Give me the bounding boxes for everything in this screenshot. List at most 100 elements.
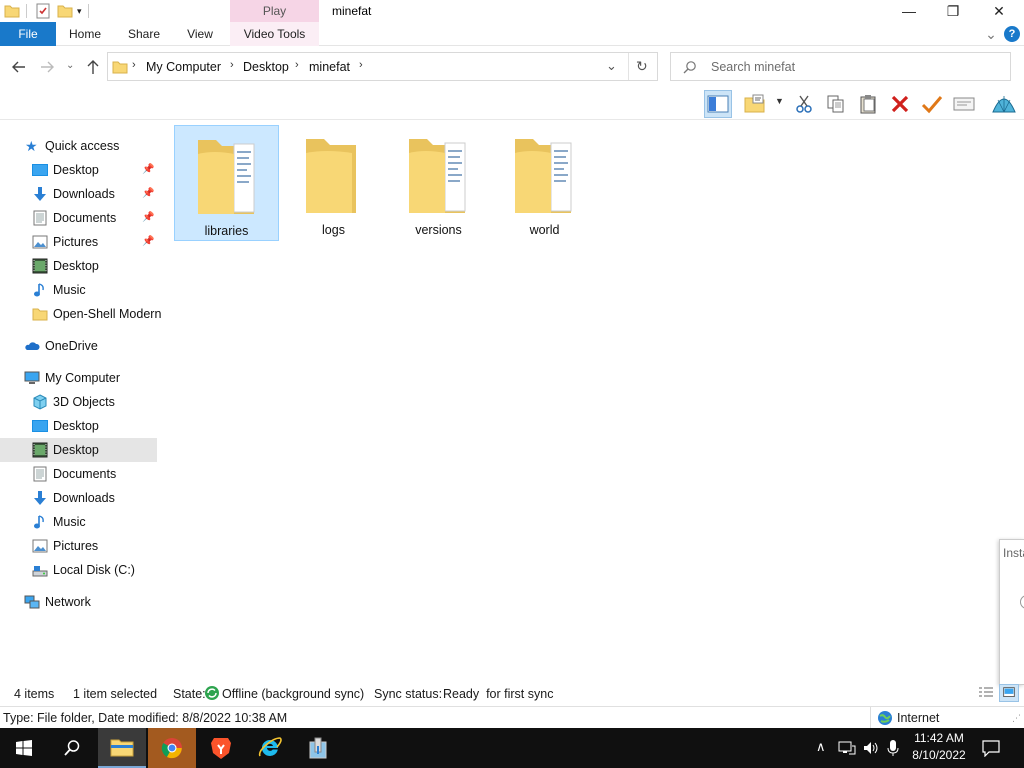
nav-pc-music[interactable]: Music <box>0 510 157 534</box>
nav-local-disk[interactable]: Local Disk (C:) <box>0 558 157 582</box>
sync-status-value: Ready for first sync <box>443 687 554 701</box>
tab-share[interactable]: Share <box>118 22 170 46</box>
nav-quick-open-shell[interactable]: Open-Shell Modern <box>0 302 161 326</box>
breadcrumb-separator[interactable]: › <box>359 59 363 71</box>
folder-item-world[interactable]: world <box>492 125 597 241</box>
downloads-icon <box>34 187 46 201</box>
details-bar: Type: File folder, Date modified: 8/8/20… <box>0 706 1024 729</box>
title-bar: ▾ Play minefat — ❐ ✕ <box>0 0 1024 22</box>
maximize-button[interactable]: ❐ <box>930 0 976 22</box>
nav-pc-pictures[interactable]: Pictures <box>0 534 157 558</box>
open-shell-button[interactable] <box>990 90 1018 118</box>
volume-icon[interactable] <box>862 740 880 756</box>
item-count: 4 items <box>14 687 55 701</box>
cut-button[interactable] <box>790 90 818 118</box>
close-button[interactable]: ✕ <box>976 0 1022 22</box>
folder-with-files-icon <box>515 139 572 213</box>
nav-pc-downloads[interactable]: Downloads <box>0 486 157 510</box>
search-button[interactable] <box>48 728 96 768</box>
taskbar-clock[interactable]: 11:42 AM 8/10/2022 <box>905 730 973 764</box>
properties-button[interactable] <box>950 90 978 118</box>
refresh-icon[interactable]: ↻ <box>636 58 648 75</box>
notifications-icon[interactable] <box>982 739 1000 757</box>
delete-button[interactable] <box>886 90 914 118</box>
nav-my-computer[interactable]: My Computer <box>0 366 157 390</box>
nav-label: Desktop <box>53 259 99 273</box>
tab-home[interactable]: Home <box>60 22 110 46</box>
show-hidden-icons-icon[interactable]: ∧ <box>816 739 826 755</box>
nav-network[interactable]: Network <box>0 590 157 614</box>
rename-button[interactable] <box>918 90 946 118</box>
breadcrumb-minefat[interactable]: minefat <box>309 60 350 74</box>
back-button[interactable] <box>10 58 28 76</box>
breadcrumb-my-computer[interactable]: My Computer <box>146 60 221 74</box>
minimize-button[interactable]: — <box>886 0 932 22</box>
address-dropdown-icon[interactable]: ⌄ <box>606 58 617 74</box>
network-tray-icon[interactable] <box>838 740 856 756</box>
tab-file[interactable]: File <box>0 22 56 46</box>
popup-radio-icon[interactable] <box>1020 595 1024 609</box>
details-view-icon[interactable] <box>978 686 994 700</box>
nav-onedrive[interactable]: OneDrive <box>0 334 157 358</box>
nav-pc-desktop[interactable]: Desktop <box>0 414 157 438</box>
3d-objects-icon <box>33 394 47 410</box>
copy-button[interactable] <box>822 90 850 118</box>
view-options-button[interactable] <box>742 90 770 118</box>
customize-qat-icon[interactable]: ▾ <box>77 6 82 17</box>
nav-label: Desktop <box>53 163 99 177</box>
new-folder-icon[interactable] <box>57 3 73 19</box>
documents-icon <box>33 466 47 482</box>
installer-popup[interactable]: Insta <box>999 539 1024 685</box>
search-input[interactable]: Search minefat <box>670 52 1011 81</box>
nav-label: Open-Shell Modern <box>53 307 162 321</box>
view-dropdown-icon[interactable]: ▼ <box>775 96 784 106</box>
tab-view[interactable]: View <box>176 22 224 46</box>
nav-label: Documents <box>53 467 117 481</box>
folder-icon <box>4 5 20 18</box>
pin-icon: 📌 <box>142 188 155 199</box>
nav-quick-pictures[interactable]: Pictures 📌 <box>0 230 157 254</box>
up-button[interactable] <box>84 58 102 76</box>
folder-name: versions <box>415 223 462 237</box>
start-icon <box>16 740 32 756</box>
nav-pc-documents[interactable]: Documents <box>0 462 157 486</box>
recent-locations-button[interactable]: ⌄ <box>66 60 74 71</box>
taskbar-brave[interactable] <box>197 728 245 768</box>
breadcrumb-separator[interactable]: › <box>230 59 234 71</box>
sync-status-label: Sync status: <box>374 687 443 701</box>
nav-quick-documents[interactable]: Documents 📌 <box>0 206 157 230</box>
nav-pc-desktop-selected[interactable]: Desktop <box>0 438 157 462</box>
breadcrumb-desktop[interactable]: Desktop <box>243 60 289 74</box>
folder-item-versions[interactable]: versions <box>386 125 491 241</box>
nav-3d-objects[interactable]: 3D Objects <box>0 390 157 414</box>
taskbar-internet-explorer[interactable] <box>246 728 294 768</box>
large-icons-view-icon[interactable] <box>999 684 1019 702</box>
properties-icon[interactable] <box>35 3 51 19</box>
state-label: State: <box>173 687 206 701</box>
collapse-ribbon-icon[interactable]: ⌄ <box>982 22 1000 46</box>
taskbar-file-explorer[interactable] <box>98 728 146 768</box>
navigation-pane-button[interactable] <box>704 90 732 118</box>
folder-item-libraries[interactable]: libraries <box>174 125 279 241</box>
breadcrumb-separator[interactable]: › <box>295 59 299 71</box>
quick-access-toolbar: ▾ <box>0 0 89 22</box>
paste-button[interactable] <box>854 90 882 118</box>
start-button[interactable] <box>0 728 48 768</box>
tab-video-tools[interactable]: Video Tools <box>230 22 319 46</box>
nav-quick-access[interactable]: ★ Quick access <box>0 134 157 158</box>
forward-button[interactable] <box>38 58 56 76</box>
breadcrumb-separator[interactable]: › <box>132 59 136 71</box>
nav-quick-desktop-video[interactable]: Desktop <box>0 254 157 278</box>
address-bar[interactable]: › My Computer › Desktop › minefat › ⌄ ↻ <box>107 52 658 81</box>
help-icon[interactable]: ? <box>1004 26 1020 42</box>
nav-quick-music[interactable]: Music <box>0 278 157 302</box>
taskbar-chrome[interactable] <box>148 728 196 768</box>
resize-grip-icon[interactable]: ⋰ <box>1012 713 1021 724</box>
security-zone: Internet <box>897 711 940 725</box>
folder-item-logs[interactable]: logs <box>281 125 386 241</box>
nav-quick-downloads[interactable]: Downloads 📌 <box>0 182 157 206</box>
folder-view-icon <box>744 94 765 113</box>
microphone-icon[interactable] <box>887 739 899 757</box>
nav-quick-desktop[interactable]: Desktop 📌 <box>0 158 157 182</box>
taskbar-installer[interactable] <box>294 728 342 768</box>
